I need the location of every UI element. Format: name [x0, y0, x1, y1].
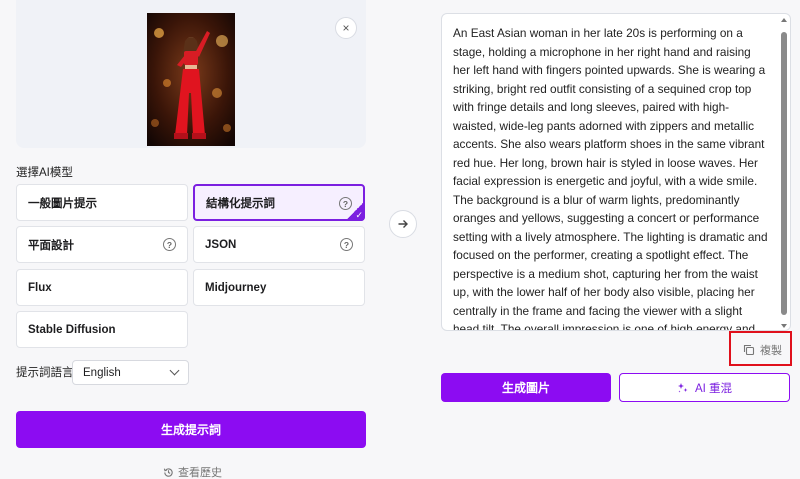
- output-scrollbar[interactable]: [780, 18, 788, 328]
- remove-image-button[interactable]: ×: [335, 17, 357, 39]
- language-value: English: [83, 366, 121, 379]
- generate-image-button[interactable]: 生成圖片: [441, 373, 611, 402]
- generate-prompt-button[interactable]: 生成提示詞: [16, 411, 366, 448]
- image-preview-card: ×: [16, 0, 366, 148]
- model-option-general[interactable]: 一般圖片提示: [16, 184, 188, 221]
- chevron-down-icon: [169, 365, 180, 376]
- model-option-json[interactable]: JSON ?: [193, 226, 365, 263]
- scroll-up-icon[interactable]: [781, 18, 787, 22]
- prompt-output-box[interactable]: An East Asian woman in her late 20s is p…: [441, 13, 791, 331]
- view-history-label: 查看歷史: [178, 467, 222, 479]
- copy-icon: [743, 344, 755, 356]
- model-option-label: JSON: [205, 238, 237, 251]
- model-option-label: 一般圖片提示: [28, 197, 97, 210]
- model-option-structured[interactable]: 結構化提示詞 ? ✓: [193, 184, 365, 221]
- view-history-link[interactable]: 查看歷史: [163, 464, 222, 479]
- language-label: 提示詞語言: [16, 367, 74, 379]
- help-icon[interactable]: ?: [163, 238, 176, 251]
- model-section-label: 選擇AI模型: [16, 167, 73, 179]
- scrollbar-thumb[interactable]: [781, 32, 787, 315]
- model-option-label: Stable Diffusion: [28, 323, 116, 336]
- model-option-midjourney[interactable]: Midjourney: [193, 269, 365, 306]
- scroll-down-icon[interactable]: [781, 324, 787, 328]
- copy-button[interactable]: 複製: [743, 342, 782, 358]
- model-option-stable-diffusion[interactable]: Stable Diffusion: [16, 311, 188, 348]
- model-option-label: Flux: [28, 281, 52, 294]
- arrow-right-icon: [389, 210, 417, 238]
- help-icon[interactable]: ?: [340, 238, 353, 251]
- prompt-output-text[interactable]: An East Asian woman in her late 20s is p…: [453, 24, 769, 330]
- language-select[interactable]: English: [72, 360, 189, 385]
- model-option-flux[interactable]: Flux: [16, 269, 188, 306]
- ai-remix-label: AI 重混: [694, 382, 733, 395]
- model-option-label: 結構化提示詞: [206, 197, 275, 210]
- copy-label: 複製: [760, 345, 782, 357]
- history-icon: [163, 467, 173, 477]
- uploaded-image: [147, 13, 235, 146]
- model-option-label: 平面設計: [28, 239, 74, 252]
- model-option-graphic-design[interactable]: 平面設計 ?: [16, 226, 188, 263]
- selected-check-icon: ✓: [345, 201, 365, 221]
- sparkle-icon: [677, 382, 688, 392]
- model-option-label: Midjourney: [205, 281, 267, 294]
- ai-remix-button[interactable]: AI 重混: [619, 373, 790, 402]
